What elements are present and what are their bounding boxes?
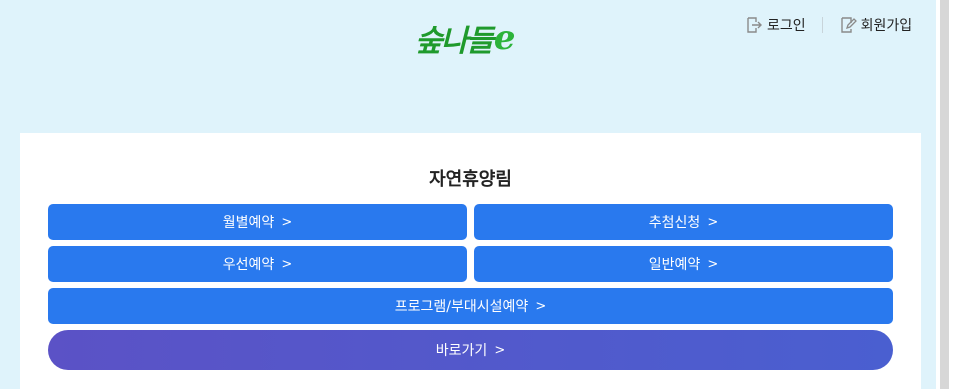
monthly-reservation-label: 월별예약	[222, 215, 275, 231]
signup-label: 회원가입	[860, 18, 913, 34]
signup-link[interactable]: 회원가입	[839, 15, 913, 35]
go-label: 바로가기	[435, 343, 488, 359]
general-reservation-button[interactable]: 일반예약 >	[474, 246, 893, 282]
general-reservation-label: 일반예약	[648, 257, 701, 273]
login-label: 로그인	[767, 18, 806, 34]
chevron-right-icon: >	[494, 342, 506, 358]
chevron-right-icon: >	[707, 256, 719, 272]
monthly-reservation-button[interactable]: 월별예약 >	[48, 204, 467, 240]
login-icon	[747, 17, 762, 33]
site-logo[interactable]: 숲나들 e	[415, 10, 527, 66]
program-facility-reservation-button[interactable]: 프로그램/부대시설예약 >	[48, 288, 893, 324]
login-link[interactable]: 로그인	[745, 15, 806, 35]
logo-suffix: e	[493, 18, 516, 58]
program-facility-label: 프로그램/부대시설예약	[394, 299, 529, 315]
scrollbar[interactable]	[940, 0, 949, 389]
link-divider	[821, 17, 823, 33]
card-title: 자연휴양림	[429, 169, 512, 190]
chevron-right-icon: >	[281, 214, 293, 230]
signup-edit-icon	[840, 17, 857, 33]
recreation-forest-card: 자연휴양림 월별예약 > 추첨신청 > 우선예약 > 일반예약 > 프로그램/부…	[20, 133, 921, 389]
go-button[interactable]: 바로가기 >	[48, 330, 893, 370]
chevron-right-icon: >	[281, 256, 293, 272]
top-links: 로그인 회원가입	[745, 14, 912, 36]
window-edge	[936, 0, 956, 389]
chevron-right-icon: >	[707, 214, 719, 230]
logo-text: 숲나들	[415, 24, 494, 59]
chevron-right-icon: >	[535, 298, 547, 314]
priority-reservation-label: 우선예약	[222, 257, 275, 273]
priority-reservation-button[interactable]: 우선예약 >	[48, 246, 467, 282]
lottery-application-button[interactable]: 추첨신청 >	[474, 204, 893, 240]
lottery-application-label: 추첨신청	[648, 215, 701, 231]
